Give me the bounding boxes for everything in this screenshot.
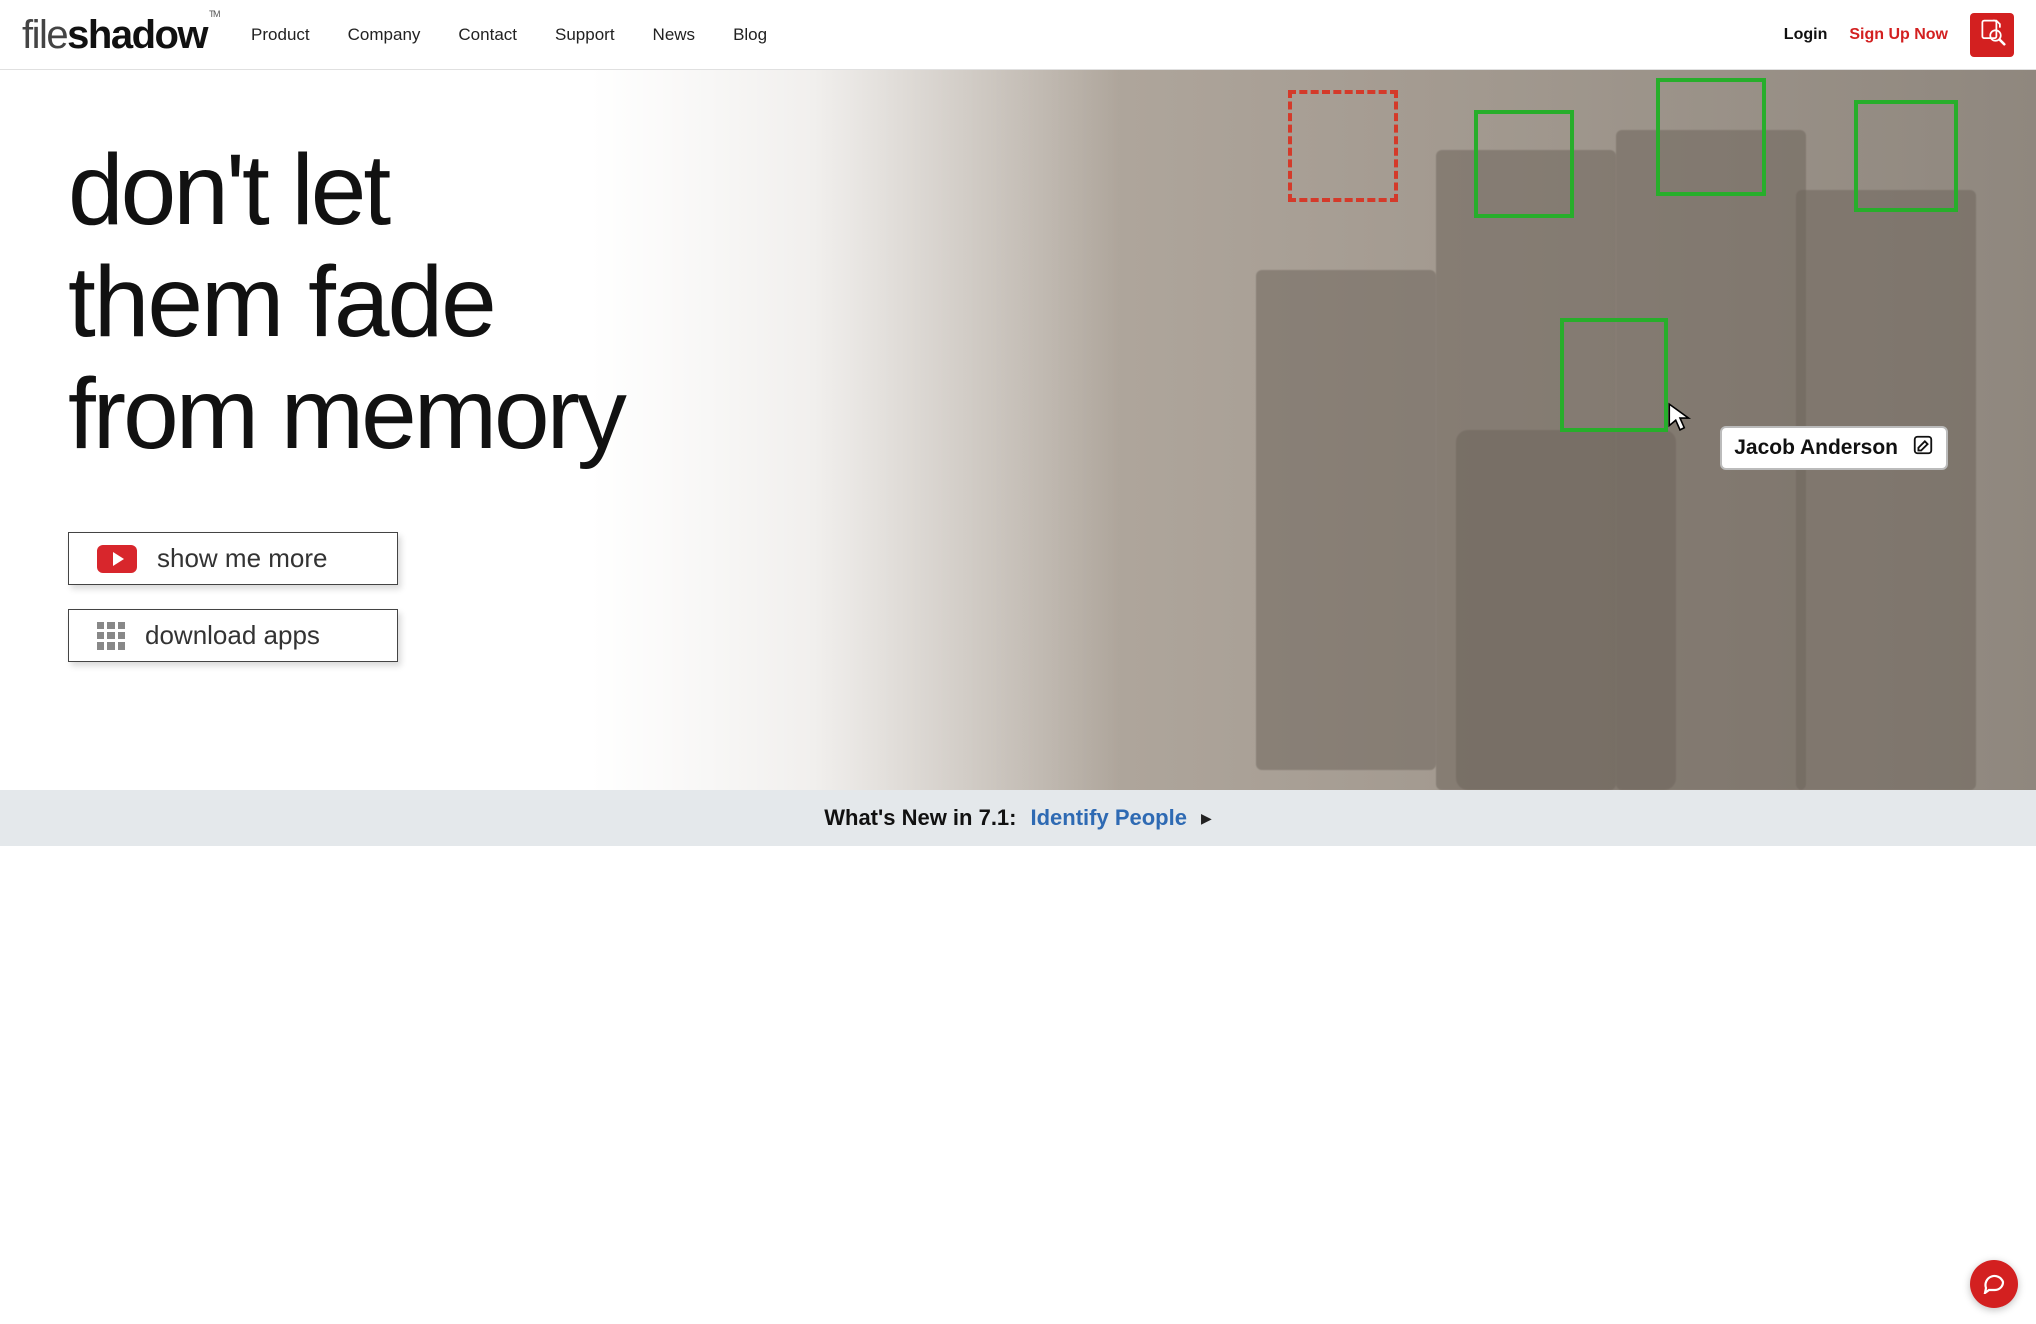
brand-tm: TM bbox=[209, 10, 219, 19]
youtube-icon bbox=[97, 545, 137, 573]
person-tag-popover[interactable]: Jacob Anderson bbox=[1720, 426, 1948, 470]
hero-line-3: from memory bbox=[68, 358, 820, 470]
face-box-identified[interactable] bbox=[1474, 110, 1574, 218]
nav-product[interactable]: Product bbox=[251, 25, 310, 45]
download-apps-button[interactable]: download apps bbox=[68, 609, 398, 662]
photo-figure bbox=[1796, 190, 1976, 790]
hero-cta-group: show me more download apps bbox=[68, 532, 820, 662]
photo-figure bbox=[1456, 430, 1676, 790]
brand-part-shadow: shadow bbox=[67, 15, 207, 55]
search-doc-icon bbox=[1978, 18, 2006, 51]
nav-right: Login Sign Up Now bbox=[1784, 13, 2014, 57]
brand-part-file: file bbox=[22, 15, 67, 55]
nav-blog[interactable]: Blog bbox=[733, 25, 767, 45]
nav-contact[interactable]: Contact bbox=[458, 25, 517, 45]
signup-link[interactable]: Sign Up Now bbox=[1849, 26, 1948, 44]
hero-copy: don't let them fade from memory show me … bbox=[0, 70, 820, 662]
photo-figure bbox=[1256, 270, 1436, 770]
person-tag-name: Jacob Anderson bbox=[1734, 436, 1898, 460]
nav-support[interactable]: Support bbox=[555, 25, 615, 45]
brand-logo[interactable]: fileshadow TM bbox=[22, 15, 207, 55]
chat-icon bbox=[1982, 1270, 2006, 1299]
cta-apps-label: download apps bbox=[145, 620, 320, 651]
whats-new-link[interactable]: Identify People bbox=[1031, 805, 1187, 831]
face-box-identified[interactable] bbox=[1854, 100, 1958, 212]
hero-line-2: them fade bbox=[68, 246, 820, 358]
edit-icon bbox=[1912, 434, 1934, 462]
primary-nav: Product Company Contact Support News Blo… bbox=[251, 25, 767, 45]
whats-new-bar: What's New in 7.1: Identify People ▶ bbox=[0, 790, 2036, 846]
top-nav: fileshadow TM Product Company Contact Su… bbox=[0, 0, 2036, 70]
show-me-more-button[interactable]: show me more bbox=[68, 532, 398, 585]
face-box-identified[interactable] bbox=[1560, 318, 1668, 432]
hero-headline: don't let them fade from memory bbox=[68, 134, 820, 470]
nav-company[interactable]: Company bbox=[348, 25, 421, 45]
hero-line-1: don't let bbox=[68, 134, 820, 246]
whats-new-label: What's New in 7.1: bbox=[824, 805, 1016, 831]
face-box-identified[interactable] bbox=[1656, 78, 1766, 196]
cta-video-label: show me more bbox=[157, 543, 328, 574]
apps-grid-icon bbox=[97, 622, 125, 650]
face-box-unidentified[interactable] bbox=[1288, 90, 1398, 202]
nav-news[interactable]: News bbox=[653, 25, 696, 45]
chat-fab-button[interactable] bbox=[1970, 1260, 2018, 1308]
login-link[interactable]: Login bbox=[1784, 26, 1828, 44]
app-launcher-button[interactable] bbox=[1970, 13, 2014, 57]
hero-section: Jacob Anderson don't let them fade from … bbox=[0, 70, 2036, 790]
chevron-right-icon: ▶ bbox=[1201, 810, 1212, 827]
